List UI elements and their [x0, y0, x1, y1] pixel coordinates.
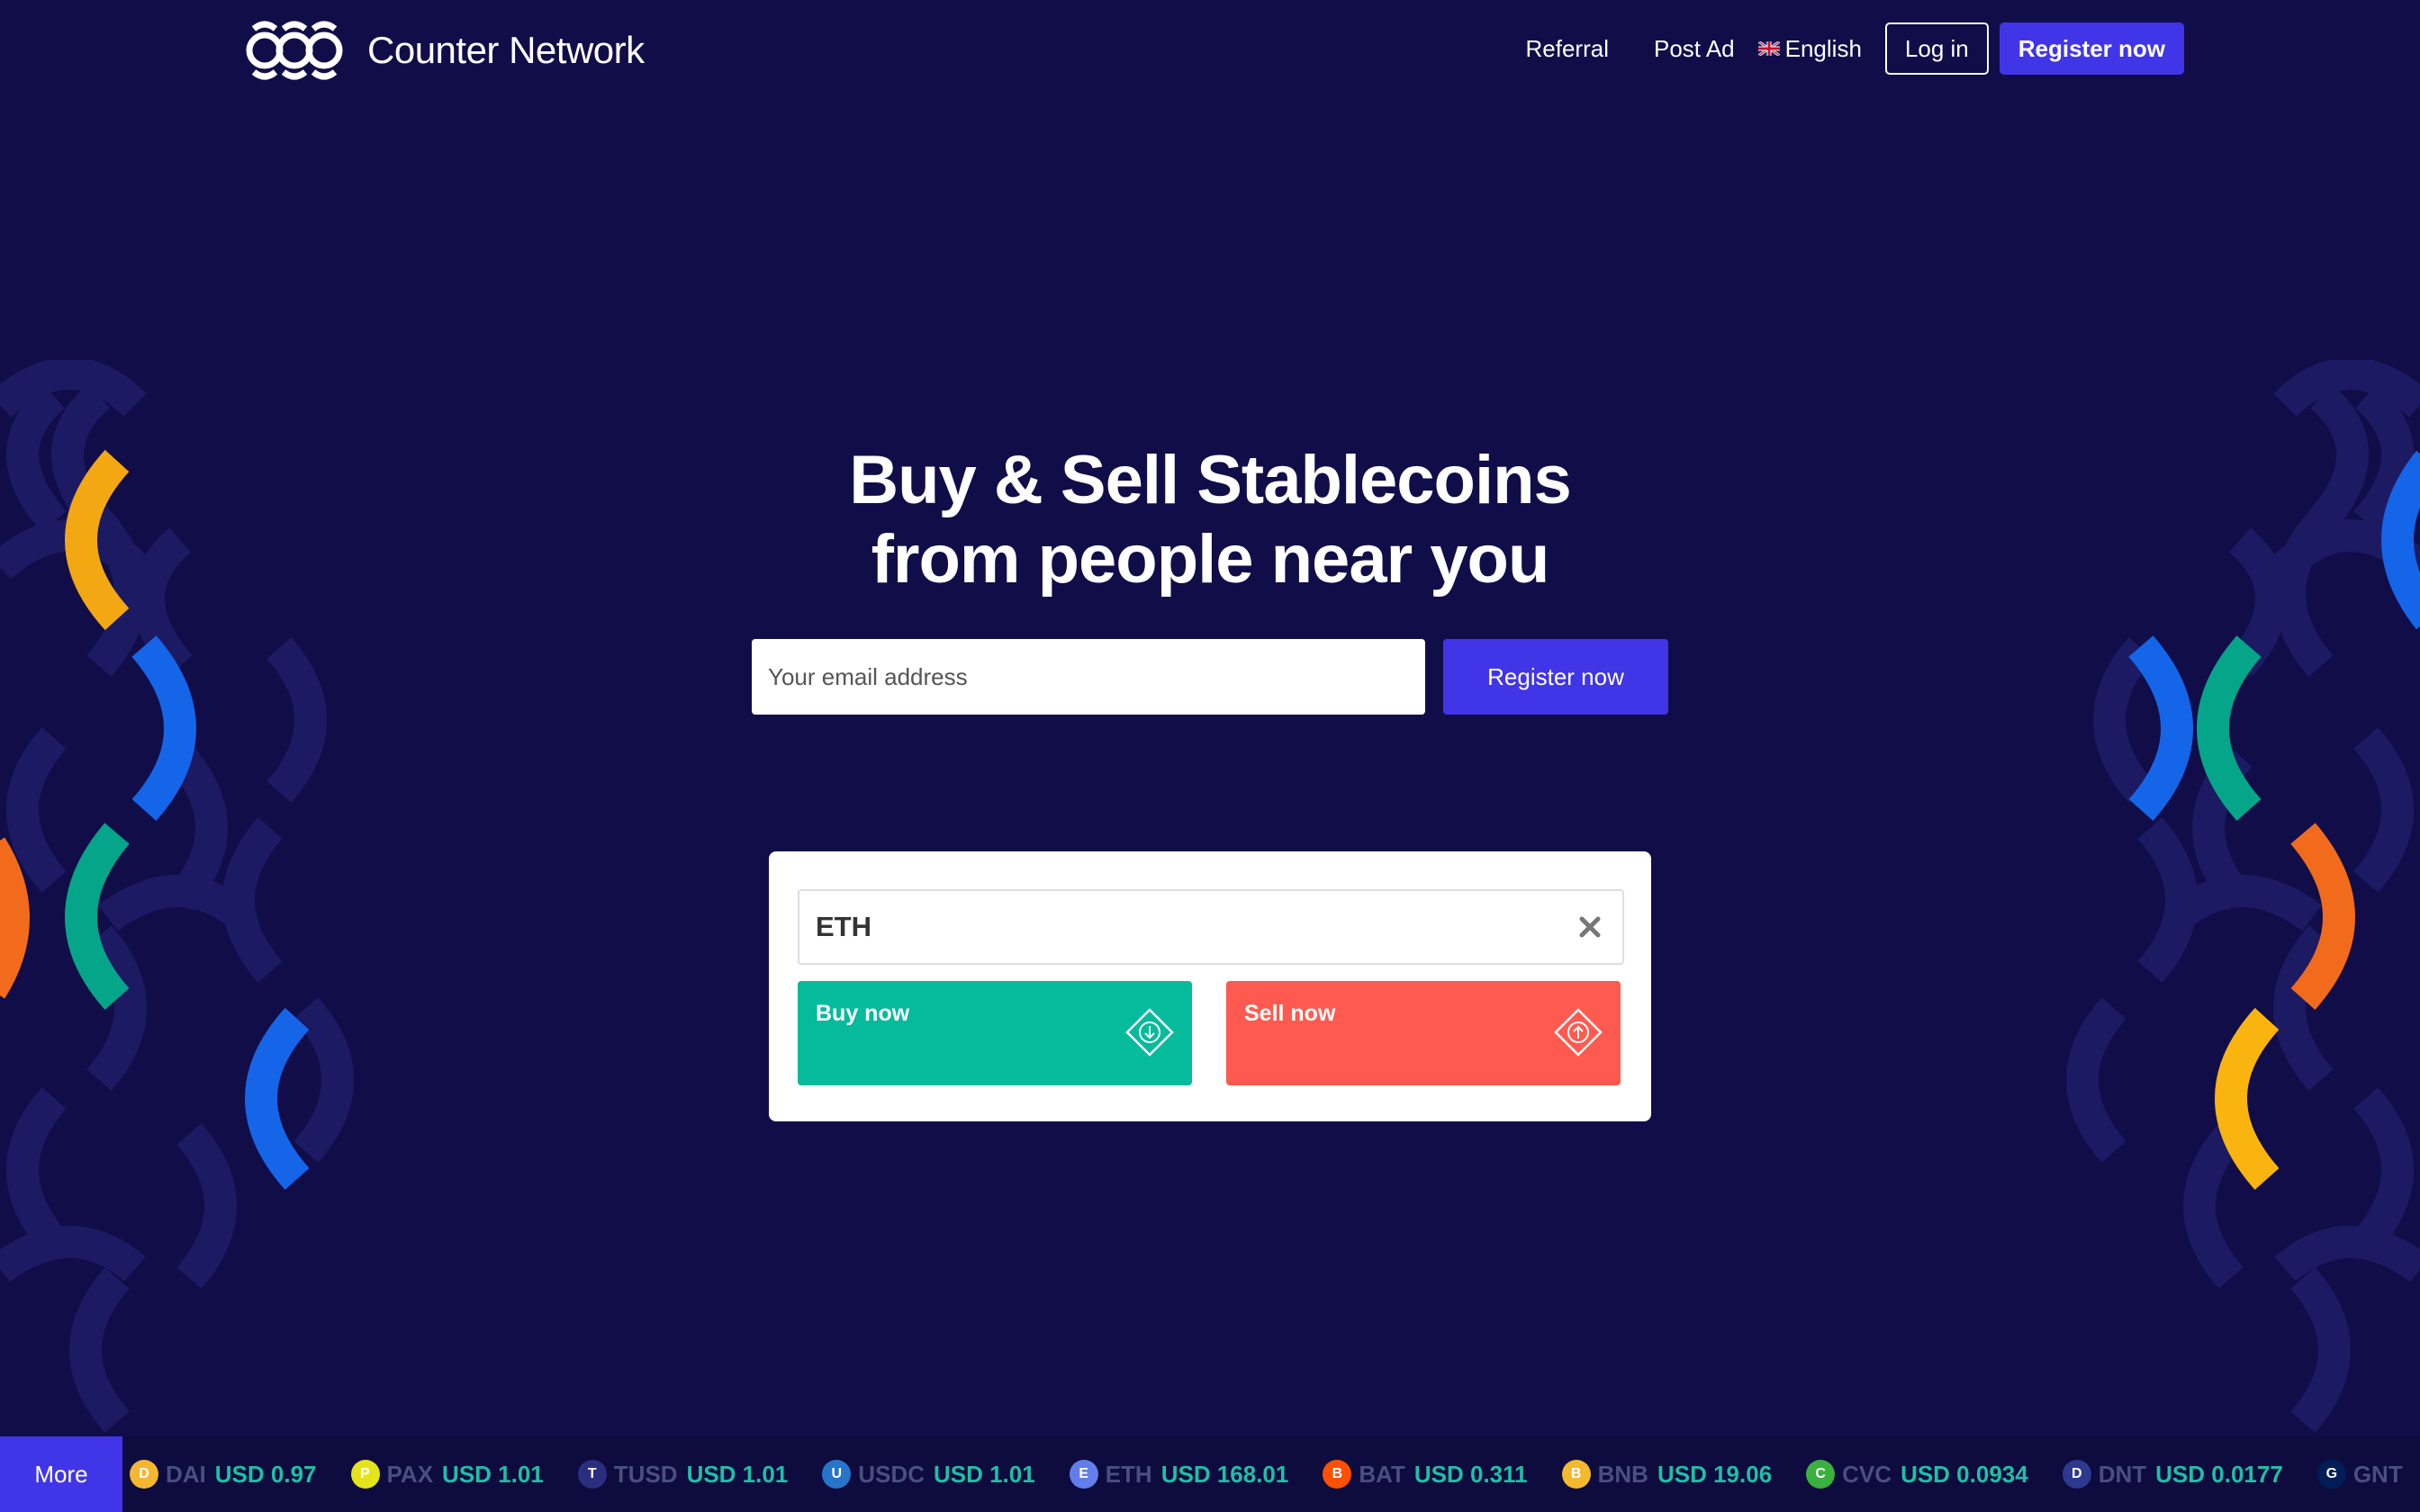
ticker-symbol: PAX — [386, 1460, 434, 1488]
coin-bat-icon: B — [1323, 1460, 1352, 1489]
ticker-symbol: DAI — [166, 1460, 206, 1488]
arrow-up-diamond-icon — [1554, 1008, 1603, 1057]
ticker-symbol: TUSD — [613, 1460, 678, 1488]
language-selector[interactable]: English — [1757, 34, 1862, 63]
brand[interactable]: Counter Network — [245, 16, 645, 85]
ticker-item[interactable]: B BNB USD 19.06 — [1561, 1460, 1773, 1489]
ticker-price: USD 168.01 — [1160, 1460, 1289, 1488]
ticker-symbol: BAT — [1359, 1460, 1405, 1488]
nav-post-ad-link[interactable]: Post Ad — [1654, 35, 1735, 63]
ticker-item[interactable]: C CVC USD 0.0934 — [1806, 1460, 2028, 1489]
ticker-price: USD 1.01 — [686, 1460, 789, 1488]
coin-gnt-icon: G — [2316, 1460, 2346, 1489]
language-label: English — [1784, 34, 1862, 62]
ticker-price: USD 1.01 — [442, 1460, 544, 1488]
arrow-down-diamond-icon — [1125, 1008, 1174, 1057]
coin-eth-icon: E — [1069, 1460, 1098, 1489]
ticker-items: D DAI USD 0.97 P PAX USD 1.01 T TUSD USD 1.01 U US… — [130, 1436, 2420, 1512]
ticker-item[interactable]: D DAI USD 0.97 — [130, 1460, 317, 1489]
hero-title: Buy & Sell Stablecoins from people near … — [0, 441, 2420, 599]
ticker-symbol: BNB — [1597, 1460, 1648, 1488]
hero-title-line2: from people near you — [871, 521, 1550, 598]
sell-now-button[interactable]: Sell now — [1226, 981, 1621, 1085]
email-input[interactable] — [752, 639, 1425, 715]
ticker-item[interactable]: U USDC USD 1.01 — [822, 1460, 1035, 1489]
main-nav: Referral Post Ad English Log in Register… — [1526, 22, 2184, 75]
coin-search-value: ETH — [816, 911, 871, 942]
ticker-symbol: DNT — [2098, 1460, 2147, 1488]
uk-flag-icon — [1757, 41, 1780, 56]
ticker-price: USD 1.01 — [933, 1460, 1035, 1488]
nav-referral-link[interactable]: Referral — [1526, 35, 1609, 63]
ticker-price: USD 0.0934 — [1901, 1460, 2028, 1488]
ticker-price: USD 0.97 — [214, 1460, 317, 1488]
ticker-item[interactable]: B BAT USD 0.311 — [1323, 1460, 1528, 1489]
sell-now-label: Sell now — [1244, 1001, 1336, 1026]
ticker-item[interactable]: E ETH USD 168.01 — [1069, 1460, 1289, 1489]
ticker-price: USD 0.0177 — [2155, 1460, 2283, 1488]
trade-card: ETH Buy now Sell now — [769, 851, 1651, 1121]
ticker-item[interactable]: G GNT — [2316, 1460, 2412, 1489]
coin-cvc-icon: C — [1806, 1460, 1836, 1489]
buy-now-button[interactable]: Buy now — [798, 981, 1192, 1085]
ticker-price: USD 19.06 — [1657, 1460, 1773, 1488]
ticker-item[interactable]: D DNT USD 0.0177 — [2062, 1460, 2283, 1489]
more-button[interactable]: More — [0, 1436, 122, 1512]
ticker-symbol: ETH — [1105, 1460, 1152, 1488]
coin-tusd-icon: T — [577, 1460, 607, 1489]
login-button[interactable]: Log in — [1884, 22, 1989, 75]
ticker-symbol: CVC — [1842, 1460, 1892, 1488]
coin-search-input[interactable]: ETH — [798, 889, 1624, 965]
ticker-symbol: GNT — [2352, 1460, 2403, 1488]
brand-name: Counter Network — [367, 29, 645, 71]
coin-dnt-icon: D — [2062, 1460, 2091, 1489]
coin-usdc-icon: U — [822, 1460, 852, 1489]
coin-bnb-icon: B — [1561, 1460, 1591, 1489]
ticker-item[interactable]: P PAX USD 1.01 — [350, 1460, 544, 1489]
ticker-item[interactable]: T TUSD USD 1.01 — [577, 1460, 789, 1489]
register-button-header[interactable]: Register now — [1999, 22, 2184, 75]
clear-icon[interactable] — [1577, 914, 1603, 940]
buy-now-label: Buy now — [816, 1001, 910, 1026]
ticker-price: USD 0.311 — [1413, 1460, 1528, 1488]
top-navbar: Counter Network Referral Post Ad English… — [0, 0, 2420, 99]
coin-dai-icon: D — [130, 1460, 158, 1489]
coin-pax-icon: P — [350, 1460, 380, 1489]
price-ticker: More D DAI USD 0.97 P PAX USD 1.01 T TUSD USD 1.… — [0, 1436, 2420, 1512]
page: Counter Network Referral Post Ad English… — [0, 0, 2420, 1512]
register-button-hero[interactable]: Register now — [1443, 639, 1668, 715]
signup-form: Register now — [752, 639, 1668, 715]
hero-title-line1: Buy & Sell Stablecoins — [849, 442, 1572, 518]
ticker-symbol: USDC — [858, 1460, 925, 1488]
counter-network-logo-icon — [246, 21, 343, 80]
